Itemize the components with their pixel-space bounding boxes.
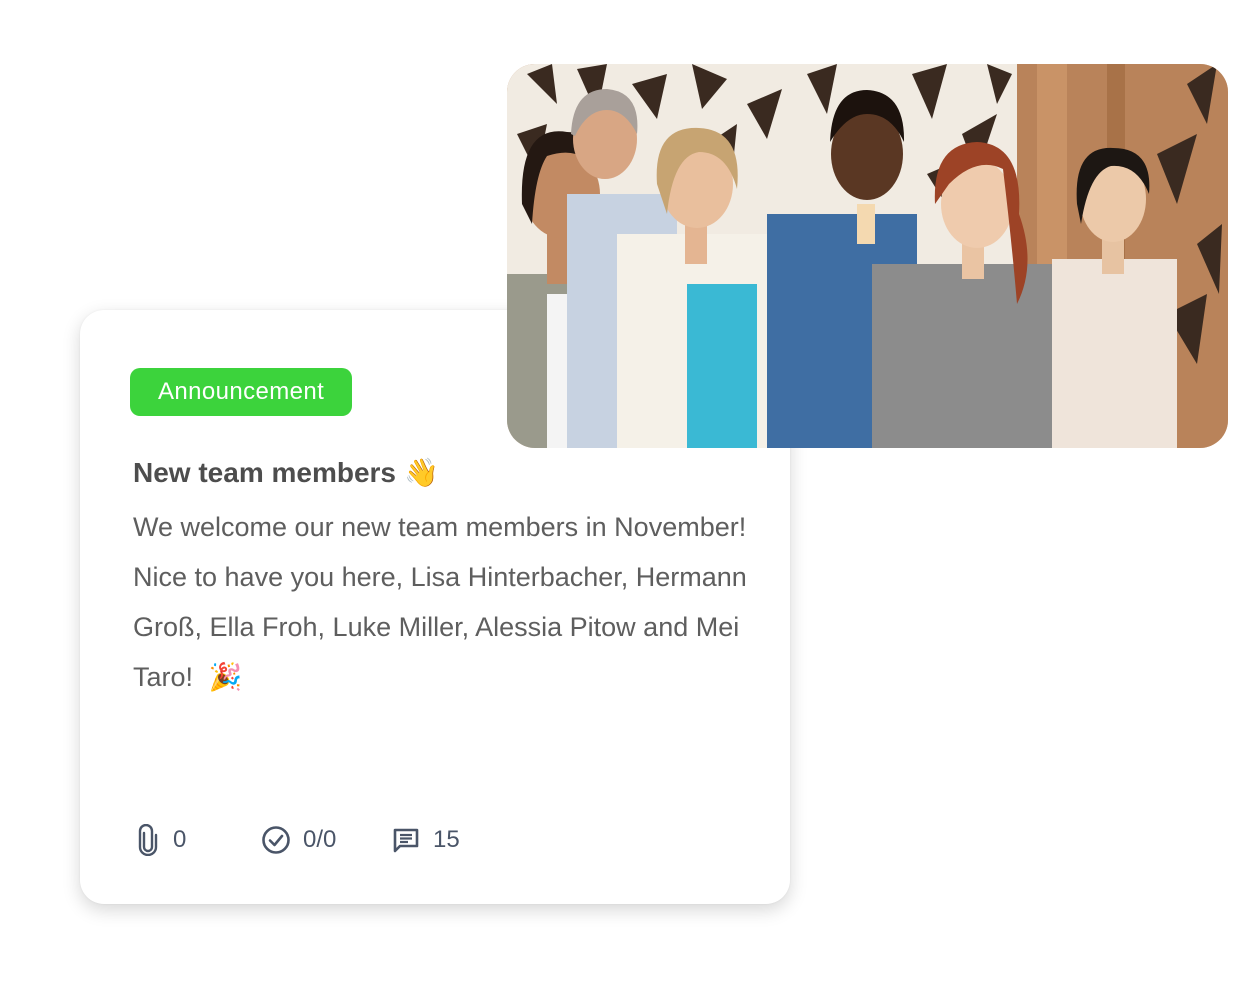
comments-count: 15 [433, 826, 460, 853]
announcement-tag: Announcement [130, 368, 353, 416]
tasks-stat[interactable]: 0/0 [261, 820, 336, 860]
post-body: We welcome our new team members in Novem… [133, 502, 753, 703]
party-popper-emoji: 🎉 [208, 662, 243, 693]
paperclip-icon [135, 824, 161, 856]
post-title: New team members 👋 [133, 456, 439, 489]
waving-hand-emoji: 👋 [404, 456, 439, 489]
attachments-count: 0 [173, 826, 187, 853]
check-circle-icon [261, 825, 291, 855]
comment-icon [391, 825, 421, 855]
comments-stat[interactable]: 15 [391, 820, 460, 860]
attachments-stat[interactable]: 0 [135, 820, 186, 860]
post-title-text: New team members [133, 457, 397, 488]
team-photo [507, 64, 1228, 448]
tasks-count: 0/0 [303, 826, 337, 853]
